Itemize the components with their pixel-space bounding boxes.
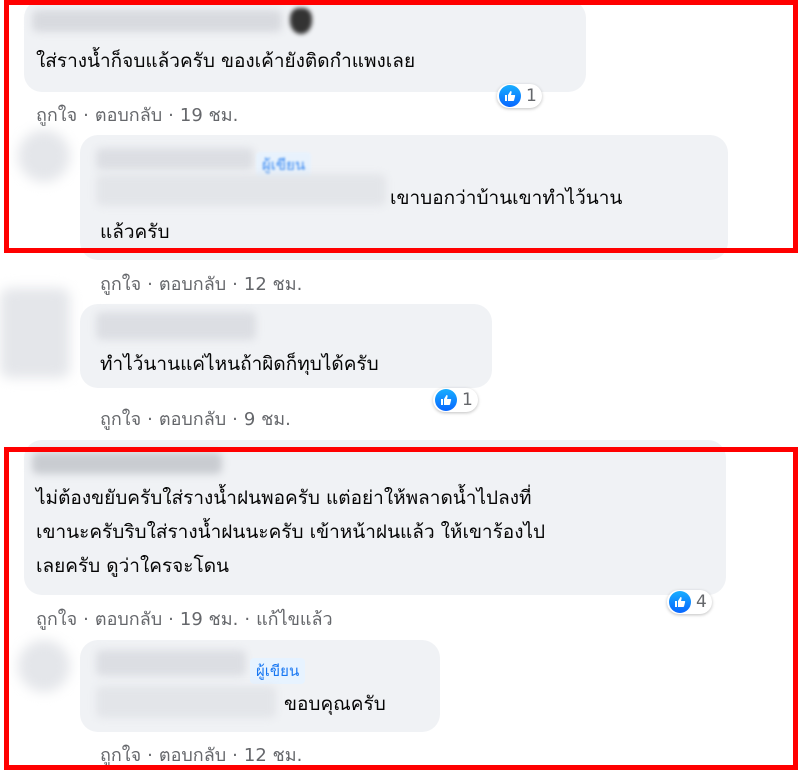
timestamp[interactable]: 12 ชม.: [244, 274, 302, 295]
comment-actions: ถูกใจ · ตอบกลับ · 9 ชม.: [100, 404, 291, 433]
like-link[interactable]: ถูกใจ: [100, 274, 141, 295]
avatar: [0, 288, 70, 378]
timestamp[interactable]: 9 ชม.: [244, 409, 291, 430]
comment-actions: ถูกใจ · ตอบกลับ · 12 ชม.: [100, 269, 302, 298]
highlight-frame: [4, 0, 798, 253]
like-icon: [435, 389, 457, 411]
reply-link[interactable]: ตอบกลับ: [159, 409, 226, 430]
separator: ·: [147, 409, 153, 430]
reaction-count[interactable]: 1: [433, 388, 478, 412]
redacted-name: [96, 312, 256, 340]
reply-link[interactable]: ตอบกลับ: [159, 274, 226, 295]
reaction-number: 1: [462, 390, 473, 410]
separator: ·: [147, 274, 153, 295]
separator: ·: [232, 409, 238, 430]
comment-text: ทำไว้นานแค่ไหนถ้าผิดก็ทุบได้ครับ: [100, 353, 379, 375]
highlight-frame: [4, 447, 798, 770]
separator: ·: [232, 274, 238, 295]
like-link[interactable]: ถูกใจ: [100, 409, 141, 430]
